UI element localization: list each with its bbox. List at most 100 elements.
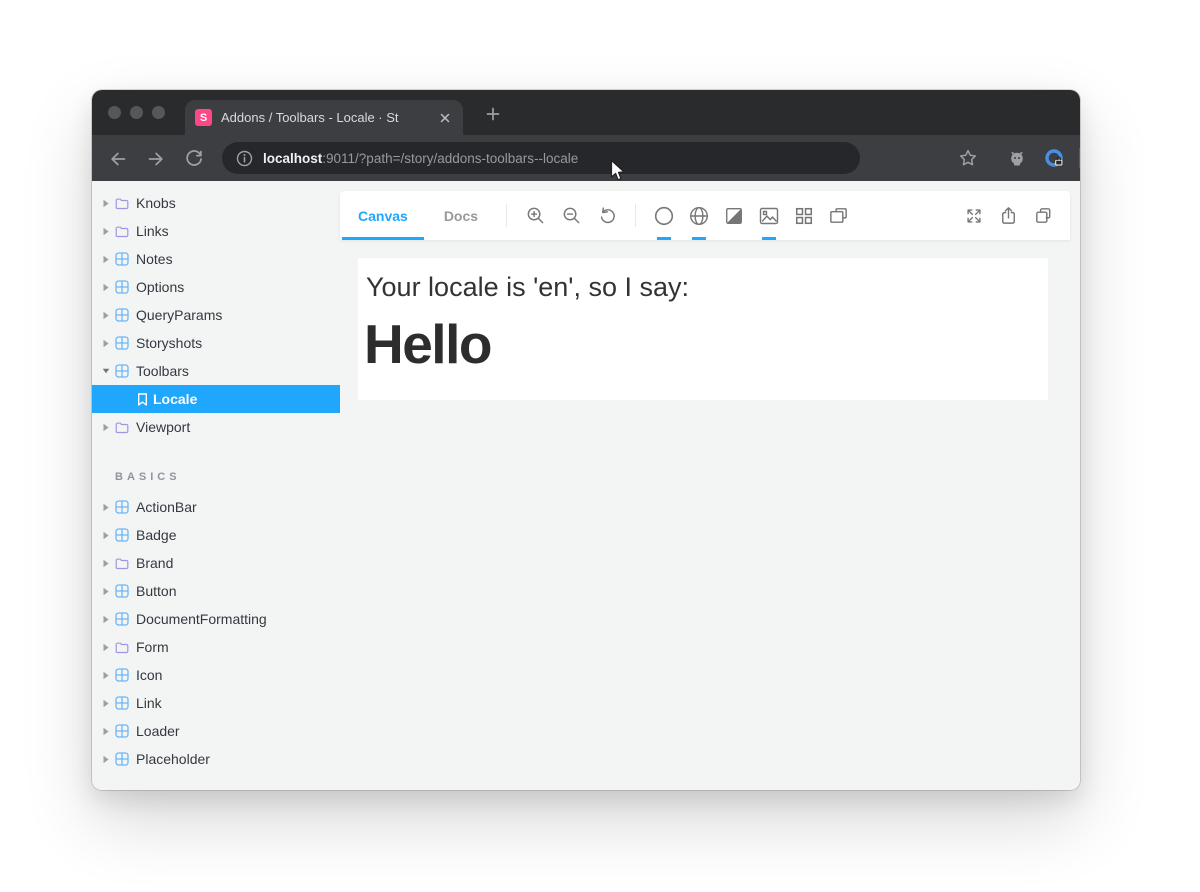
component-icon	[115, 364, 130, 378]
chevron-right-icon[interactable]	[102, 727, 110, 736]
sidebar-item-link[interactable]: Link	[92, 689, 340, 717]
minimize-window-button[interactable]	[130, 106, 143, 119]
tab-canvas[interactable]: Canvas	[340, 191, 426, 240]
tab-label: Canvas	[358, 208, 408, 224]
chevron-right-icon[interactable]	[102, 311, 110, 320]
zoom-in-icon	[525, 205, 546, 226]
sidebar-item-viewport[interactable]: Viewport	[92, 413, 340, 441]
zoom-reset-button[interactable]	[589, 191, 625, 240]
sidebar-item-toolbars[interactable]: Toolbars	[92, 357, 340, 385]
chevron-right-icon[interactable]	[102, 587, 110, 596]
component-icon	[115, 668, 130, 682]
sidebar-item-form[interactable]: Form	[92, 633, 340, 661]
sidebar-item-label: Toolbars	[136, 363, 189, 379]
chevron-right-icon[interactable]	[102, 671, 110, 680]
browser-tab-strip: S Addons / Toolbars - Locale · St	[92, 90, 1080, 135]
sidebar-item-placeholder[interactable]: Placeholder	[92, 745, 340, 773]
sidebar-item-documentformatting[interactable]: DocumentFormatting	[92, 605, 340, 633]
url-path: :9011/?path=/story/addons-toolbars--loca…	[322, 151, 578, 166]
back-button[interactable]	[106, 147, 130, 171]
chevron-down-icon[interactable]	[102, 367, 110, 375]
story-subtitle: Your locale is 'en', so I say:	[366, 272, 1048, 303]
sidebar-item-storyshots[interactable]: Storyshots	[92, 329, 340, 357]
sidebar-item-badge[interactable]: Badge	[92, 521, 340, 549]
sidebar-item-loader[interactable]: Loader	[92, 717, 340, 745]
outline-circle-button[interactable]	[646, 191, 681, 240]
sidebar-item-actionbar[interactable]: ActionBar	[92, 493, 340, 521]
photo-button[interactable]	[751, 191, 786, 240]
privacy-extension-icon[interactable]	[1042, 146, 1066, 170]
component-icon	[115, 752, 130, 766]
toolbar-divider	[635, 204, 636, 227]
sidebar-item-locale[interactable]: Locale	[92, 385, 340, 413]
zoom-window-button[interactable]	[152, 106, 165, 119]
component-icon	[115, 612, 130, 626]
grid-button[interactable]	[786, 191, 821, 240]
mouse-cursor	[610, 159, 628, 184]
component-icon	[115, 696, 130, 710]
grid-icon	[794, 206, 814, 226]
chevron-right-icon[interactable]	[102, 559, 110, 568]
zoom-out-button[interactable]	[553, 191, 589, 240]
sidebar-item-label: Storyshots	[136, 335, 202, 351]
sidebar-item-brand[interactable]: Brand	[92, 549, 340, 577]
fullscreen-button[interactable]	[956, 191, 991, 240]
chevron-right-icon[interactable]	[102, 615, 110, 624]
bookmark-star-icon[interactable]	[956, 146, 980, 170]
chevron-right-icon[interactable]	[102, 755, 110, 764]
browser-tab[interactable]: S Addons / Toolbars - Locale · St	[185, 100, 463, 135]
storybook-app: Knobs Links Notes Options QueryParams Storysh…	[92, 181, 1080, 790]
chevron-right-icon[interactable]	[102, 199, 110, 208]
contrast-button[interactable]	[716, 191, 751, 240]
sidebar-item-queryparams[interactable]: QueryParams	[92, 301, 340, 329]
site-info-icon[interactable]	[236, 150, 253, 167]
component-icon	[115, 280, 130, 294]
photo-icon	[758, 205, 780, 227]
stacked-windows-button[interactable]	[821, 191, 856, 240]
copy-button[interactable]	[1026, 191, 1061, 240]
sidebar-item-icon[interactable]: Icon	[92, 661, 340, 689]
preview-area: Canvas Docs Your locale is 'en', so I say…	[340, 181, 1080, 790]
address-bar[interactable]: localhost:9011/?path=/story/addons-toolb…	[222, 142, 860, 174]
globe-button[interactable]	[681, 191, 716, 240]
sidebar-item-notes[interactable]: Notes	[92, 245, 340, 273]
toolbar-spacer	[856, 191, 956, 240]
fullscreen-icon	[964, 206, 984, 226]
zoom-in-button[interactable]	[517, 191, 553, 240]
tab-close-icon[interactable]	[437, 110, 453, 126]
sidebar-item-knobs[interactable]: Knobs	[92, 189, 340, 217]
github-extension-icon[interactable]	[1005, 146, 1029, 170]
chevron-right-icon[interactable]	[102, 699, 110, 708]
chevron-right-icon[interactable]	[102, 339, 110, 348]
chevron-right-icon[interactable]	[102, 423, 110, 432]
chevron-right-icon[interactable]	[102, 283, 110, 292]
chevron-right-icon[interactable]	[102, 227, 110, 236]
sidebar-item-button[interactable]: Button	[92, 577, 340, 605]
story-heading: Hello	[364, 316, 1048, 374]
forward-button[interactable]	[144, 147, 168, 171]
close-window-button[interactable]	[108, 106, 121, 119]
chevron-right-icon[interactable]	[102, 643, 110, 652]
sidebar-item-options[interactable]: Options	[92, 273, 340, 301]
sidebar-item-label: ActionBar	[136, 499, 197, 515]
contrast-icon	[724, 206, 744, 226]
tab-docs[interactable]: Docs	[426, 191, 496, 240]
chevron-right-icon[interactable]	[102, 503, 110, 512]
component-icon	[115, 584, 130, 598]
sidebar-item-label: Links	[136, 223, 169, 239]
new-tab-button[interactable]	[480, 102, 506, 126]
sidebar-item-label: Loader	[136, 723, 180, 739]
chevron-right-icon[interactable]	[102, 531, 110, 540]
sidebar-item-links[interactable]: Links	[92, 217, 340, 245]
reload-button[interactable]	[182, 147, 206, 171]
chevron-right-icon[interactable]	[102, 255, 110, 264]
active-indicator	[657, 237, 671, 240]
sidebar-item-label: DocumentFormatting	[136, 611, 267, 627]
sidebar-section-title: BASICS	[115, 471, 340, 485]
component-icon	[115, 336, 130, 350]
tab-label: Docs	[444, 208, 478, 224]
share-button[interactable]	[991, 191, 1026, 240]
sidebar-item-label: Brand	[136, 555, 173, 571]
sidebar-item-label: Options	[136, 279, 184, 295]
sidebar-item-label: Placeholder	[136, 751, 210, 767]
